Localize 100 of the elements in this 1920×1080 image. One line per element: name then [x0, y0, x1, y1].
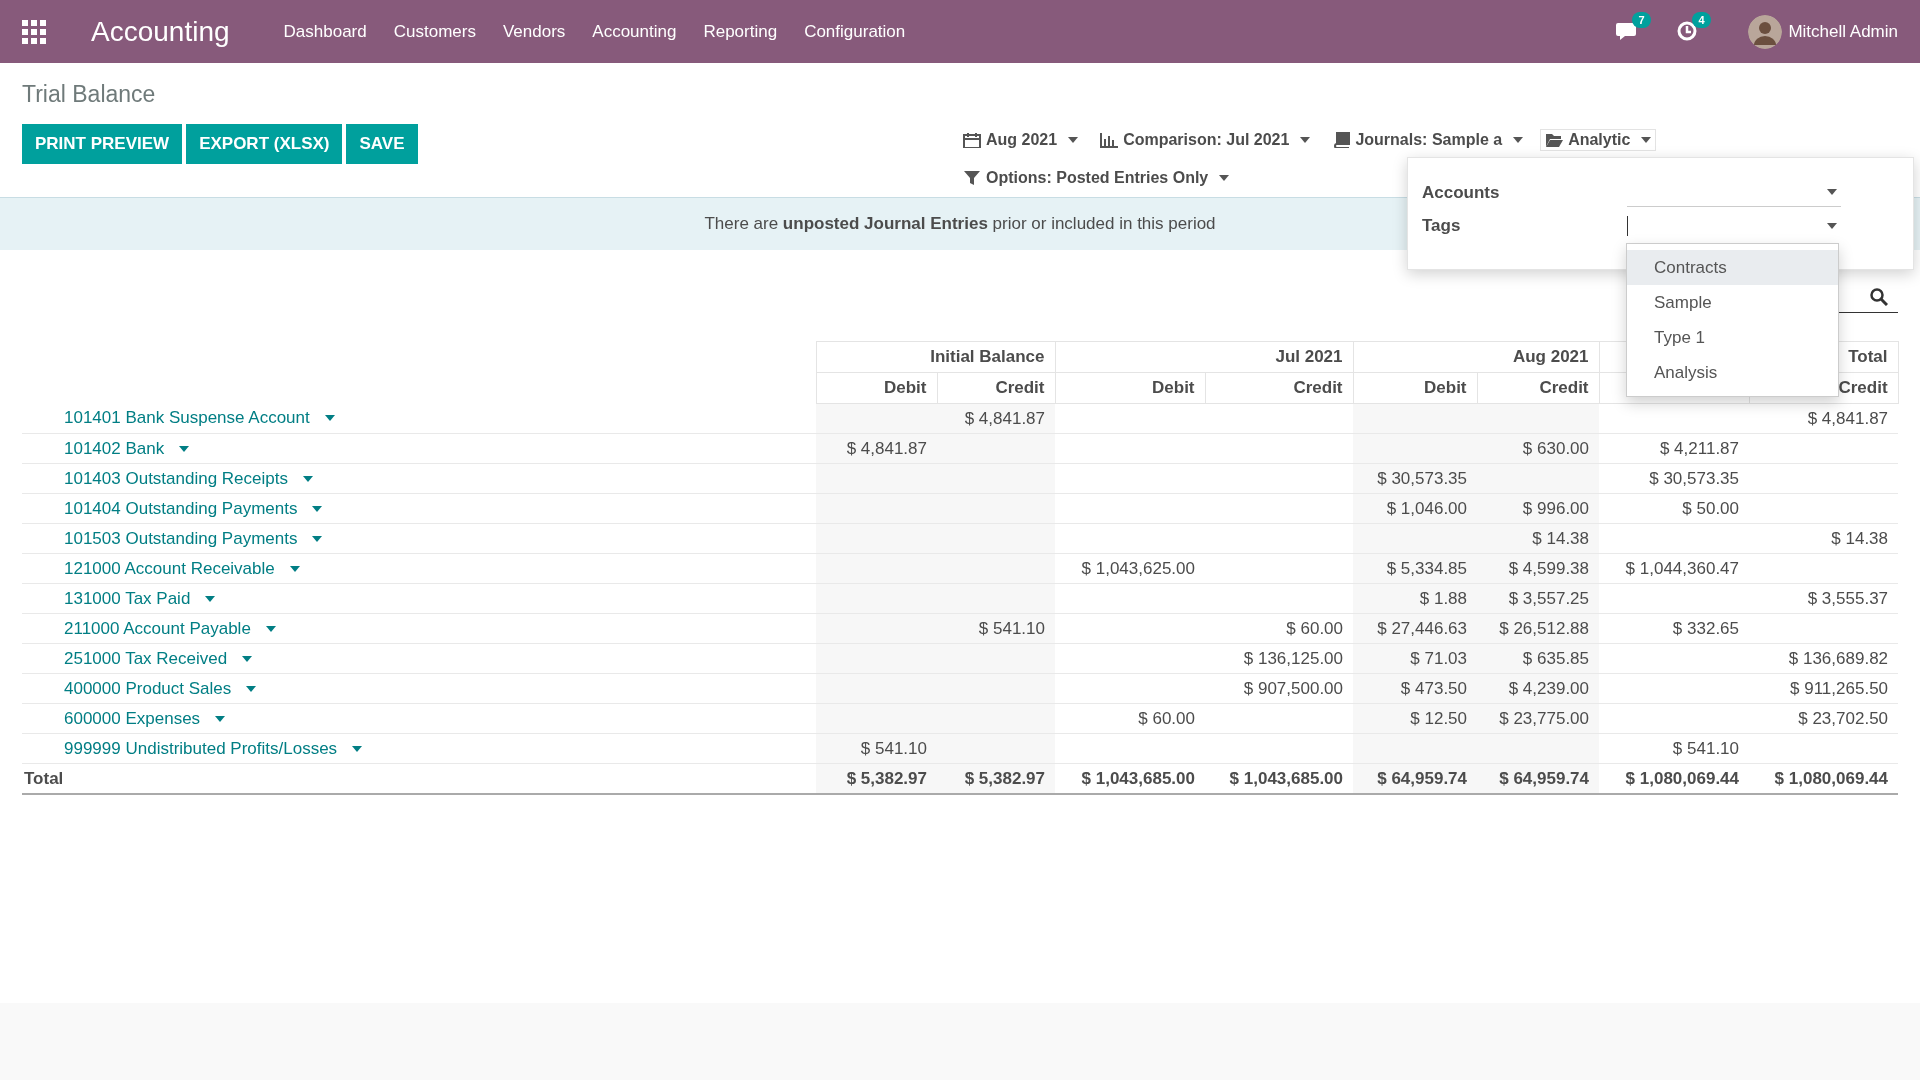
- calendar-icon: [963, 132, 981, 148]
- amount: $ 4,599.38: [1508, 558, 1590, 578]
- amount: $ 4,841.87: [964, 408, 1045, 428]
- account-link[interactable]: 101402 Bank: [64, 438, 165, 459]
- caret-icon: [1219, 175, 1230, 181]
- book-icon: [1332, 132, 1351, 148]
- user-name[interactable]: Mitchell Admin: [1788, 21, 1898, 42]
- account-link[interactable]: 400000 Product Sales: [64, 678, 232, 699]
- caret-icon: [289, 565, 300, 572]
- total-amount: $ 1,043,685.00: [1081, 768, 1195, 788]
- caret-icon: [1300, 137, 1311, 143]
- amount: $ 541.10: [860, 738, 927, 758]
- menu-item[interactable]: Reporting: [703, 21, 778, 42]
- apps-grid-icon[interactable]: [22, 19, 46, 44]
- amount: $ 4,841.87: [846, 438, 927, 458]
- caret-icon: [1513, 137, 1524, 143]
- amount: $ 996.00: [1522, 498, 1590, 518]
- filter-dropdown[interactable]: Journals: Sample a: [1327, 129, 1529, 151]
- amount: $ 3,557.25: [1508, 588, 1590, 608]
- page-title: Trial Balance: [22, 81, 156, 108]
- dropdown-option[interactable]: Contracts: [1627, 250, 1838, 285]
- toolbar-button[interactable]: PRINT PREVIEW: [22, 124, 183, 164]
- dropdown-option[interactable]: Sample: [1627, 285, 1838, 320]
- account-link[interactable]: 131000 Tax Paid: [64, 588, 191, 609]
- folder-icon: [1545, 132, 1564, 148]
- total-amount: $ 1,080,069.44: [1625, 768, 1740, 788]
- total-amount: $ 64,959.74: [1499, 768, 1590, 788]
- field-label: Accounts: [1422, 182, 1501, 203]
- caret-icon: [352, 745, 363, 752]
- account-link[interactable]: 101403 Outstanding Receipts: [64, 468, 288, 489]
- toolbar-button[interactable]: EXPORT (XLSX): [186, 124, 343, 164]
- amount: $ 635.85: [1522, 648, 1590, 668]
- field-label: Tags: [1422, 216, 1462, 236]
- amount: $ 5,334.85: [1386, 558, 1468, 578]
- amount: $ 911,265.50: [1790, 678, 1889, 698]
- menu-item[interactable]: Dashboard: [283, 21, 367, 42]
- filter-dropdown[interactable]: Options: Posted Entries Only: [958, 167, 1235, 189]
- column-header: Credit: [1205, 372, 1354, 404]
- amount: $ 1.88: [1419, 588, 1468, 608]
- column-group-header: Jul 2021: [1055, 341, 1354, 373]
- caret-icon: [303, 475, 313, 482]
- caret-icon: [205, 595, 216, 602]
- menu-item[interactable]: Configuration: [804, 21, 906, 42]
- amount: $ 23,702.50: [1798, 708, 1889, 728]
- caret-icon: [312, 505, 323, 512]
- amount: $ 541.10: [978, 618, 1045, 638]
- caret-icon: [242, 655, 253, 662]
- amount: $ 1,043,625.00: [1081, 558, 1195, 578]
- caret-icon: [312, 535, 323, 542]
- notice-text: There are unposted Journal Entries prior or included in this period: [704, 214, 1216, 234]
- count-badge: 7: [1632, 11, 1651, 28]
- bar-chart-icon: [1100, 132, 1119, 148]
- amount: $ 60.00: [1138, 708, 1195, 728]
- caret-icon: [1827, 189, 1837, 195]
- amount: $ 26,512.88: [1499, 618, 1590, 638]
- amount: $ 1,044,360.47: [1625, 558, 1740, 578]
- caret-icon: [265, 625, 276, 632]
- total-amount: $ 5,382.97: [964, 768, 1045, 788]
- toolbar-button[interactable]: SAVE: [346, 124, 418, 164]
- filter-dropdown[interactable]: Comparison: Jul 2021: [1095, 129, 1316, 151]
- total-amount: $ 1,080,069.44: [1774, 768, 1889, 788]
- account-link[interactable]: 121000 Account Receivable: [64, 558, 275, 579]
- amount: $ 12.50: [1410, 708, 1468, 728]
- menu-item[interactable]: Customers: [393, 21, 476, 42]
- account-link[interactable]: 211000 Account Payable: [64, 618, 251, 639]
- column-group-header: Aug 2021: [1353, 341, 1600, 373]
- account-link[interactable]: 999999 Undistributed Profits/Losses: [64, 738, 338, 759]
- amount: $ 332.65: [1672, 618, 1740, 638]
- amount: $ 71.03: [1410, 648, 1468, 668]
- caret-icon: [1827, 223, 1837, 229]
- account-link[interactable]: 251000 Tax Received: [64, 648, 228, 669]
- count-badge: 4: [1692, 11, 1711, 28]
- column-header: Debit: [816, 372, 937, 404]
- amount: $ 907,500.00: [1243, 678, 1344, 698]
- account-link[interactable]: 101401 Bank Suspense Account: [64, 408, 310, 429]
- account-link[interactable]: 101404 Outstanding Payments: [64, 498, 298, 519]
- app-name: Accounting: [91, 15, 230, 48]
- account-link[interactable]: 101503 Outstanding Payments: [64, 528, 298, 549]
- amount: $ 30,573.35: [1377, 468, 1468, 488]
- menu-item[interactable]: Accounting: [592, 21, 677, 42]
- column-header: Debit: [1353, 372, 1478, 404]
- caret-icon: [1641, 137, 1652, 143]
- caret-icon: [179, 445, 190, 452]
- avatar-icon: [1748, 14, 1783, 49]
- funnel-icon: [963, 170, 981, 186]
- filter-dropdown[interactable]: Analytic: [1540, 129, 1657, 151]
- total-amount: $ 1,043,685.00: [1229, 768, 1344, 788]
- amount: $ 541.10: [1672, 738, 1740, 758]
- filter-dropdown[interactable]: Aug 2021: [958, 129, 1084, 151]
- amount: $ 136,689.82: [1788, 648, 1889, 668]
- amount: $ 23,775.00: [1499, 708, 1590, 728]
- amount: $ 4,239.00: [1508, 678, 1590, 698]
- amount: $ 30,573.35: [1649, 468, 1740, 488]
- account-link[interactable]: 600000 Expenses: [64, 708, 201, 729]
- column-header: Credit: [1477, 372, 1600, 404]
- amount: $ 50.00: [1682, 498, 1740, 518]
- caret-icon: [324, 415, 335, 422]
- amount: $ 630.00: [1522, 438, 1590, 458]
- menu-item[interactable]: Vendors: [502, 21, 566, 42]
- amount: $ 136,125.00: [1243, 648, 1344, 668]
